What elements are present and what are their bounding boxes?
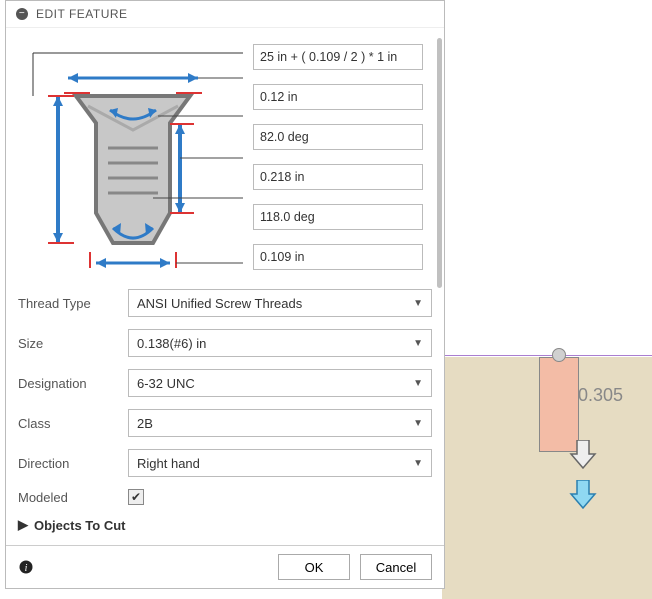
hole-diameter-input[interactable] [253, 244, 423, 270]
countersink-angle-input[interactable] [253, 124, 423, 150]
modeled-checkbox[interactable]: ✔ [128, 489, 144, 505]
chevron-down-icon: ▼ [413, 418, 423, 429]
extent-arrow-2-icon[interactable] [569, 480, 597, 519]
size-label: Size [18, 336, 128, 351]
hole-depth-input[interactable] [253, 164, 423, 190]
chevron-down-icon: ▼ [413, 378, 423, 389]
cancel-button[interactable]: Cancel [360, 554, 432, 580]
hole-diagram [18, 38, 243, 271]
size-select[interactable]: 0.138(#6) in ▼ [128, 329, 432, 357]
info-icon[interactable]: i [18, 559, 34, 575]
tip-angle-input[interactable] [253, 204, 423, 230]
feature-preview-solid[interactable] [539, 357, 579, 452]
chevron-right-icon: ▶ [18, 517, 28, 533]
class-select[interactable]: 2B ▼ [128, 409, 432, 437]
dialog-titlebar: − EDIT FEATURE [6, 1, 444, 28]
designation-select[interactable]: 6-32 UNC ▼ [128, 369, 432, 397]
feature-origin-handle[interactable] [552, 348, 566, 362]
scrollbar[interactable] [437, 38, 442, 288]
edit-feature-dialog: − EDIT FEATURE [5, 0, 445, 589]
svg-text:i: i [25, 563, 28, 574]
direction-value: Right hand [137, 456, 200, 471]
thread-type-select[interactable]: ANSI Unified Screw Threads ▼ [128, 289, 432, 317]
class-label: Class [18, 416, 128, 431]
objects-to-cut-label: Objects To Cut [34, 518, 125, 533]
extent-arrow-1-icon[interactable] [569, 440, 597, 479]
designation-value: 6-32 UNC [137, 376, 195, 391]
thread-type-value: ANSI Unified Screw Threads [137, 296, 302, 311]
chevron-down-icon: ▼ [413, 338, 423, 349]
direction-label: Direction [18, 456, 128, 471]
chevron-down-icon: ▼ [413, 458, 423, 469]
dialog-footer: i OK Cancel [6, 545, 444, 588]
thread-type-label: Thread Type [18, 296, 128, 311]
counterbore-depth-input[interactable] [253, 84, 423, 110]
designation-label: Designation [18, 376, 128, 391]
class-value: 2B [137, 416, 153, 431]
chevron-down-icon: ▼ [413, 298, 423, 309]
ok-button[interactable]: OK [278, 554, 350, 580]
modeled-label: Modeled [18, 490, 128, 505]
collapse-icon[interactable]: − [16, 8, 28, 20]
objects-to-cut-toggle[interactable]: ▶ Objects To Cut [18, 517, 432, 533]
counterbore-diameter-input[interactable] [253, 44, 423, 70]
size-value: 0.138(#6) in [137, 336, 206, 351]
dialog-title: EDIT FEATURE [36, 7, 128, 21]
feature-depth-label: 0.305 [578, 385, 623, 406]
dialog-body: Thread Type ANSI Unified Screw Threads ▼… [6, 28, 444, 545]
direction-select[interactable]: Right hand ▼ [128, 449, 432, 477]
